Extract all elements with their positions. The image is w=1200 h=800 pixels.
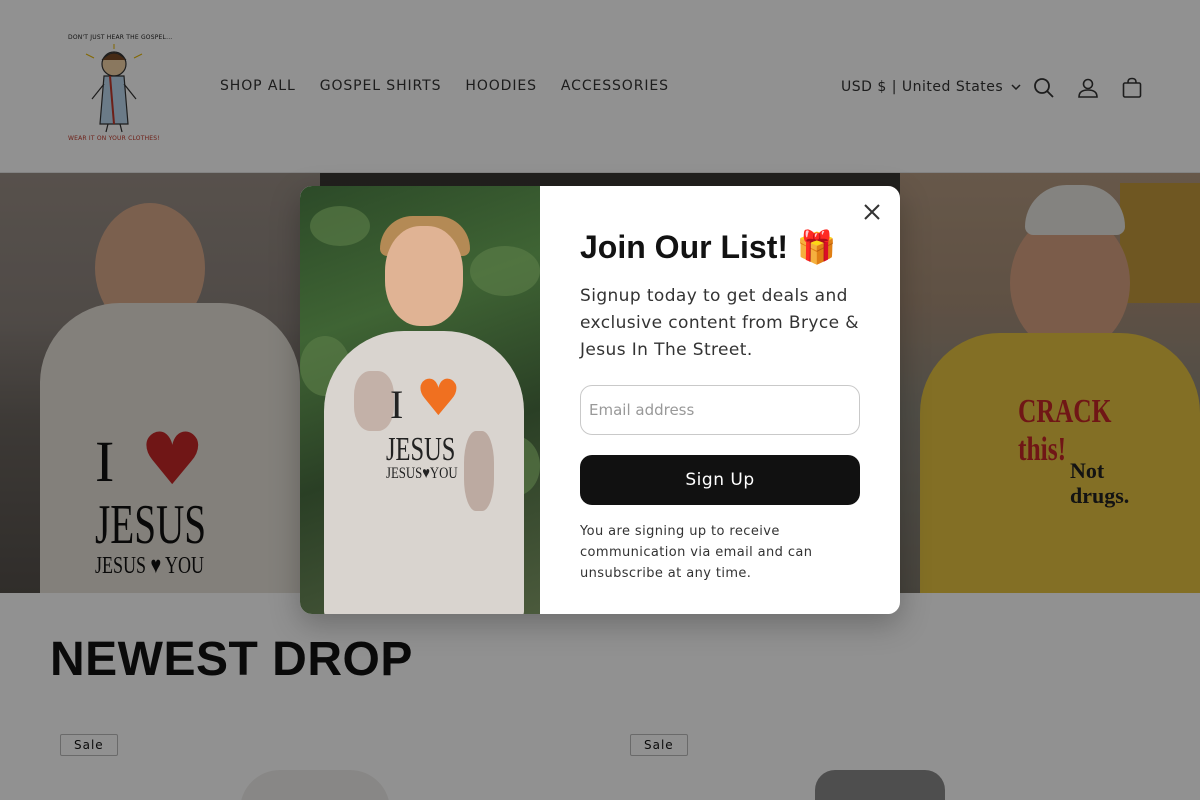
hoodie-text-jesus: JESUS [386, 431, 456, 468]
hoodie-text-i: I [390, 382, 404, 427]
popup-subtitle: Signup today to get deals and exclusive … [580, 286, 859, 360]
close-button[interactable] [856, 196, 888, 228]
email-field[interactable] [580, 385, 860, 435]
newsletter-popup: I ♥ JESUS JESUS♥YOU Join Our List! 🎁 Sig… [300, 186, 900, 614]
heart-icon: ♥ [416, 369, 461, 427]
signup-disclaimer: You are signing up to receive communicat… [580, 524, 813, 581]
close-icon [864, 204, 880, 220]
camo-hoodie: I ♥ JESUS JESUS♥YOU [324, 331, 524, 614]
sign-up-button[interactable]: Sign Up [580, 455, 860, 505]
model-face [385, 226, 463, 326]
hoodie-text-jesus-loves-you: JESUS♥YOU [386, 465, 458, 482]
popup-image: I ♥ JESUS JESUS♥YOU [300, 186, 540, 614]
popup-title: Join Our List! 🎁 [580, 229, 837, 265]
